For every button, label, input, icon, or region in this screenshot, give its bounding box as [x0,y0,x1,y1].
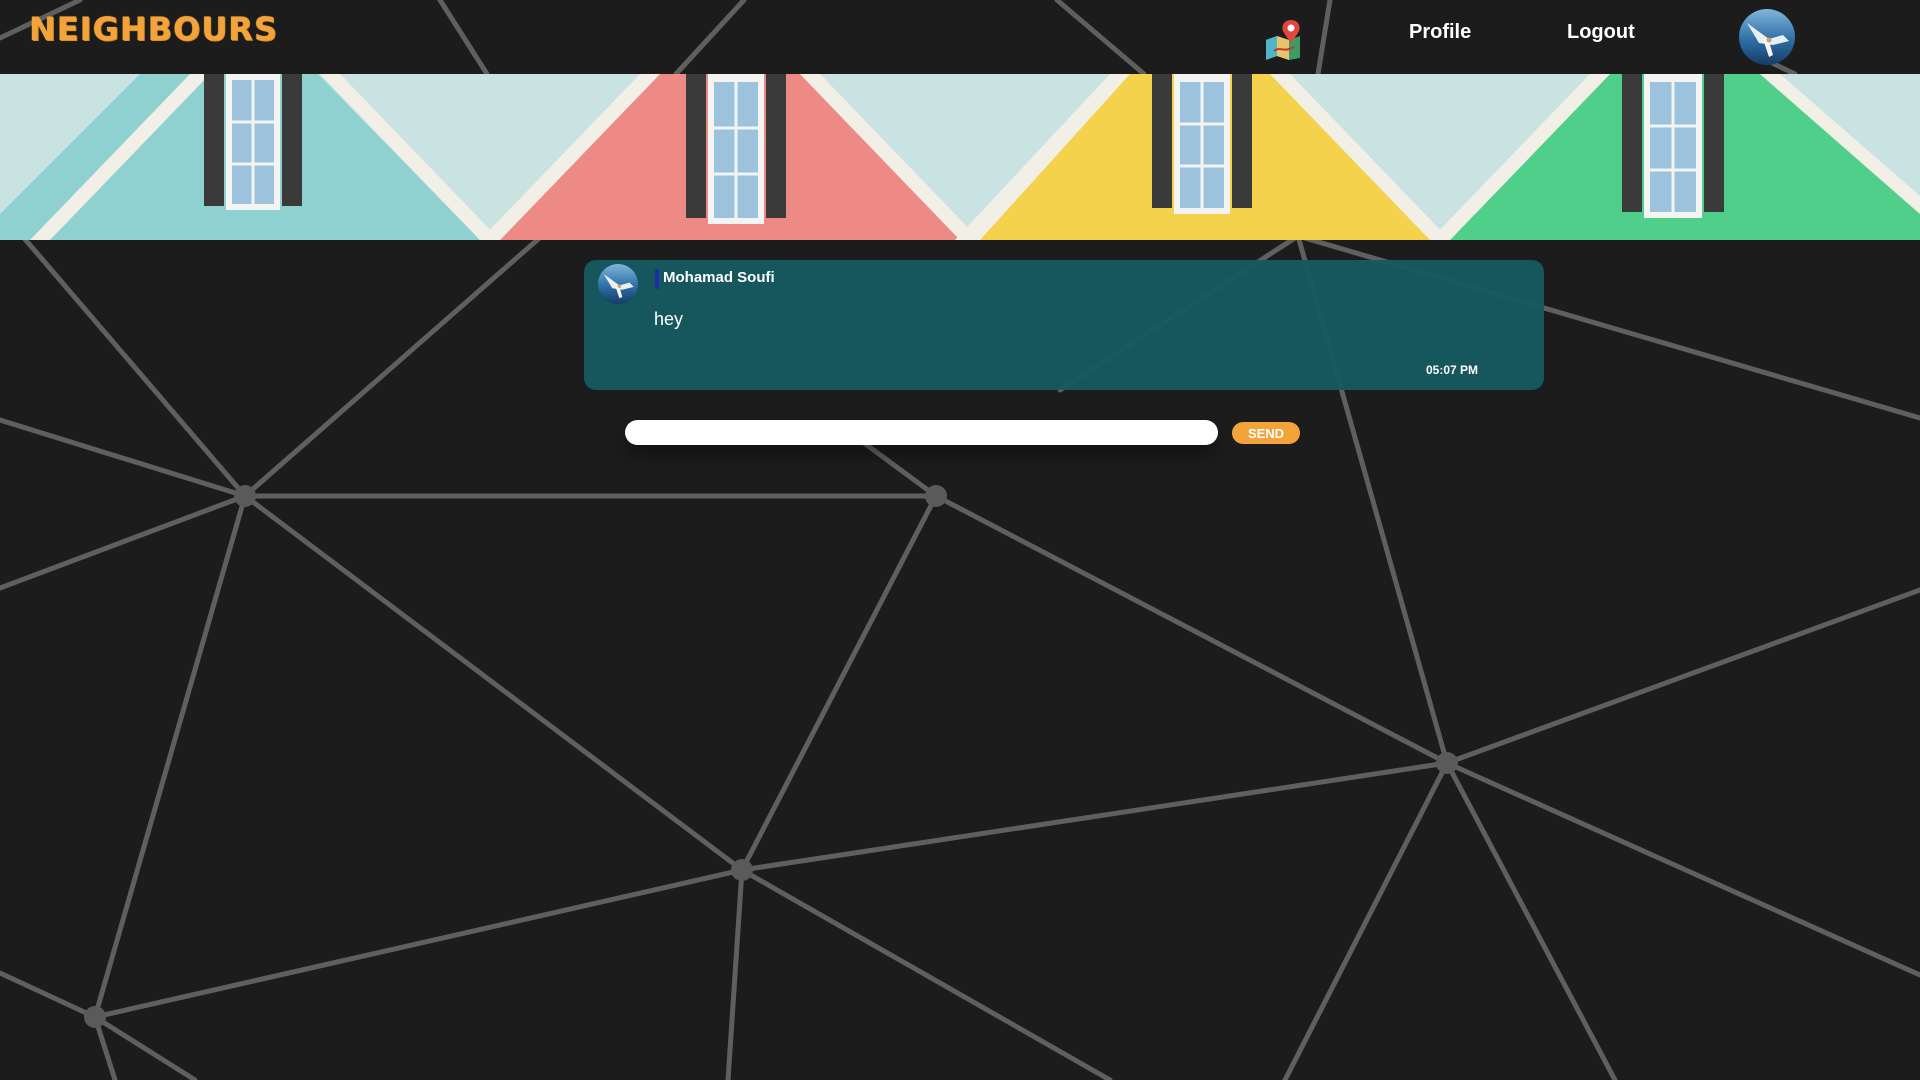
send-button[interactable]: SEND [1232,422,1300,444]
sender-indicator-bar [655,269,659,289]
message-text: hey [654,309,684,329]
page: NEIGHBOURS Profile Logout Mohamad Soufi … [0,0,1920,1080]
message-sender-name: Mohamad Soufi [663,269,775,286]
message-timestamp: 05:07 PM [1425,363,1478,377]
hero-banner [0,74,1920,240]
nav-profile-link[interactable]: Profile [1409,21,1471,44]
message-sender-avatar[interactable] [598,264,638,304]
chat-message: Mohamad Soufi hey 05:07 PM [584,260,1544,390]
nav-logout-link[interactable]: Logout [1567,21,1635,44]
message-input[interactable] [625,420,1218,445]
user-avatar[interactable] [1739,9,1795,65]
map-pin-icon[interactable] [1264,20,1304,60]
app-logo[interactable]: NEIGHBOURS [29,10,278,48]
top-navbar: NEIGHBOURS Profile Logout [0,0,1920,74]
